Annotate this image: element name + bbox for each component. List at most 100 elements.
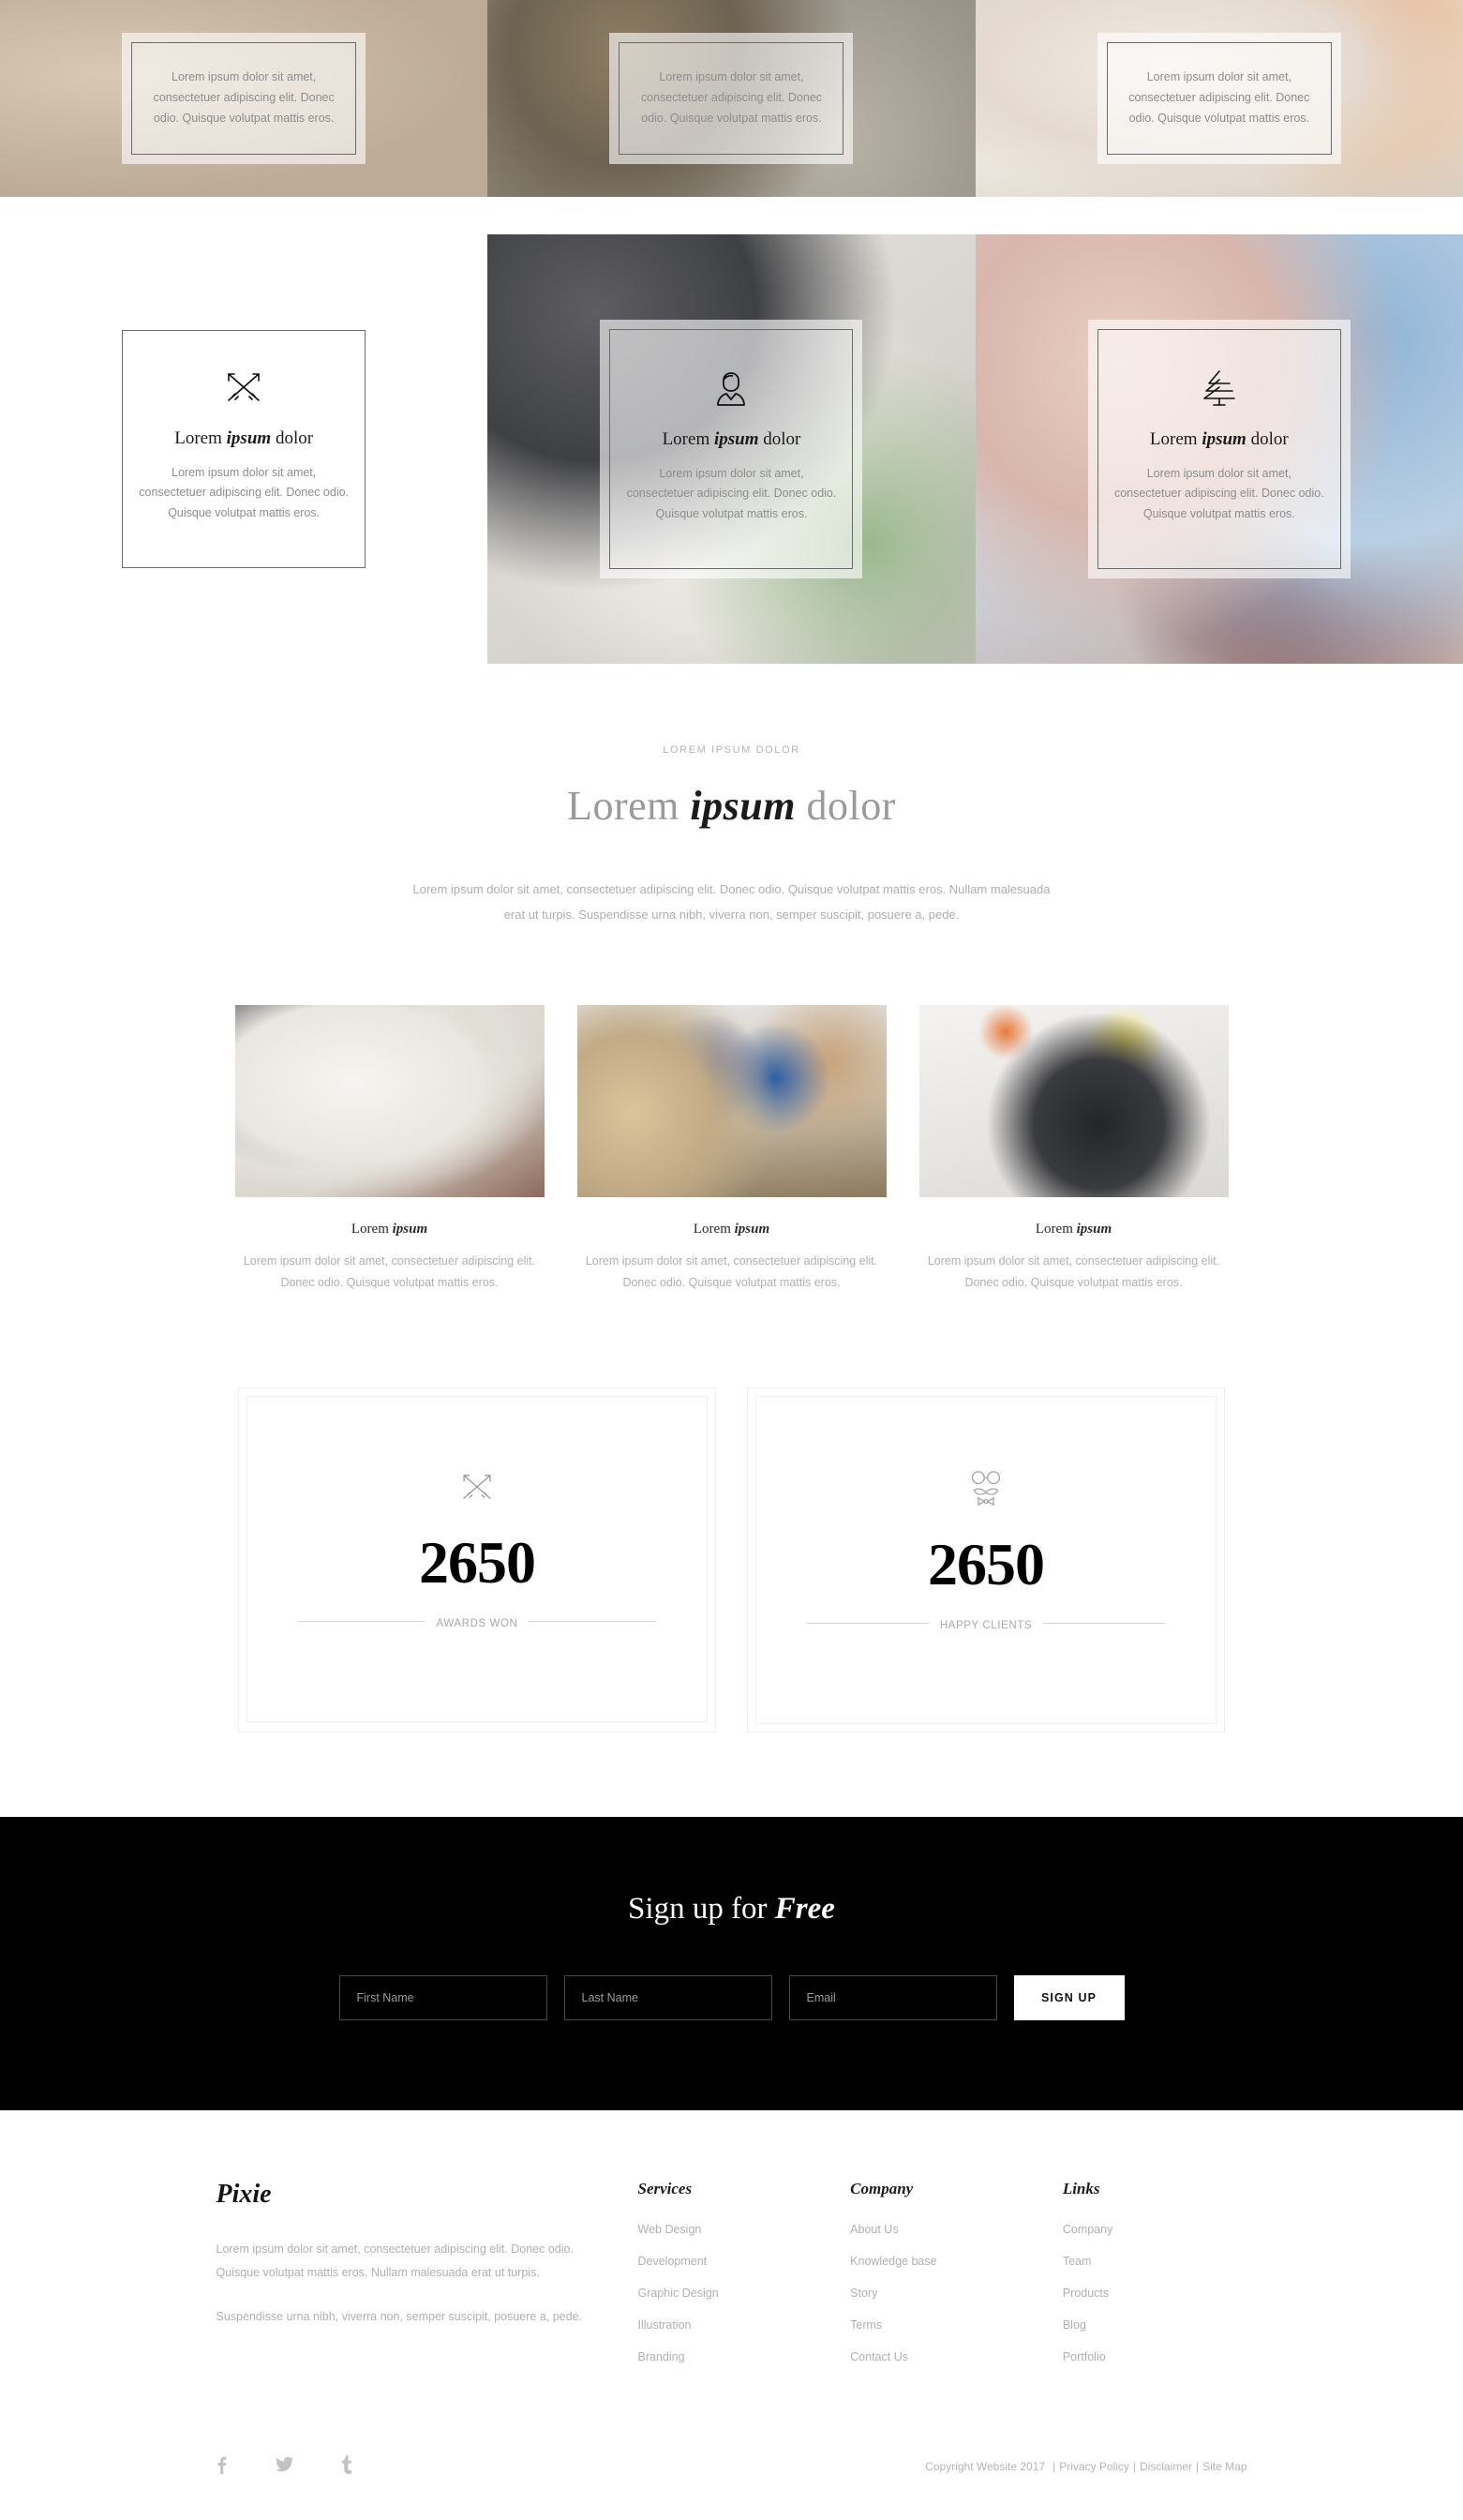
portfolio-card[interactable]: Lorem ipsum dolor Lorem ipsum dolor sit … xyxy=(0,234,487,664)
footer-link[interactable]: Knowledge base xyxy=(850,2255,1035,2268)
portfolio-card-text: Lorem ipsum dolor sit amet, consectetuer… xyxy=(1113,466,1324,521)
feature-title: Lorem ipsum xyxy=(235,1222,545,1238)
title-pre: Lorem xyxy=(567,783,691,829)
footer-link[interactable]: Branding xyxy=(638,2350,823,2363)
section-eyebrow: LOREM IPSUM DOLOR xyxy=(663,744,800,756)
title-emphasis: ipsum xyxy=(1076,1221,1112,1237)
title-pre: Lorem xyxy=(351,1221,393,1237)
feature-image xyxy=(576,1004,887,1197)
first-name-input[interactable] xyxy=(338,1974,547,2020)
title-emphasis: ipsum xyxy=(713,428,759,449)
separator: | xyxy=(1196,2460,1200,2474)
portfolio-card-text: Lorem ipsum dolor sit amet, consectetuer… xyxy=(153,70,335,125)
footer-link[interactable]: Web Design xyxy=(638,2223,823,2236)
title-pre: Lorem xyxy=(662,428,714,449)
feature-item[interactable]: Lorem ipsum Lorem ipsum dolor sit amet, … xyxy=(918,1004,1229,1294)
footer-column-company: Company About Us Knowledge base Story Te… xyxy=(850,2180,1035,2382)
portfolio-card-overlay: Lorem ipsum dolor sit amet, consectetuer… xyxy=(122,33,366,164)
counter-number: 2650 xyxy=(419,1528,536,1596)
portfolio-card-text: Lorem ipsum dolor sit amet, consectetuer… xyxy=(626,466,837,521)
footer-link[interactable]: Portfolio xyxy=(1063,2350,1247,2363)
portfolio-card-text: Lorem ipsum dolor sit amet, consectetuer… xyxy=(640,70,823,125)
feature-title: Lorem ipsum xyxy=(919,1222,1229,1238)
footer-link[interactable]: Terms xyxy=(850,2318,1035,2332)
signup-title: Sign up for Free xyxy=(0,1892,1463,1927)
title-emphasis: ipsum xyxy=(226,428,272,448)
crossed-arrows-icon xyxy=(138,368,350,411)
copyright-text: Copyright Website 2017 | Privacy Policy | Di… xyxy=(921,2460,1247,2473)
counters-section: 2650 AWARDS WON 2650 HAPPY CLIENTS xyxy=(0,1294,1463,1817)
features-section: Lorem ipsum Lorem ipsum dolor sit amet, … xyxy=(0,938,1463,1294)
title-pre: Lorem xyxy=(174,428,227,448)
footer-link[interactable]: Company xyxy=(1063,2223,1247,2236)
landing-page: Lorem ipsum dolor sit amet, consectetuer… xyxy=(0,0,1463,2520)
title-pre: Lorem xyxy=(1149,428,1202,449)
email-input[interactable] xyxy=(788,1974,997,2020)
title-emphasis: ipsum xyxy=(734,1221,770,1237)
page-footer: Pixie Lorem ipsum dolor sit amet, consec… xyxy=(0,2109,1463,2520)
disclaimer-link[interactable]: Disclaimer xyxy=(1140,2460,1192,2473)
footer-brand-column: Pixie Lorem ipsum dolor sit amet, consec… xyxy=(216,2180,610,2382)
footer-column-title: Services xyxy=(637,2179,693,2198)
copyright-label: Copyright Website 2017 xyxy=(925,2460,1046,2474)
separator: | xyxy=(1052,2460,1056,2474)
counter-label: HAPPY CLIENTS xyxy=(928,1619,1044,1631)
counter-divider: AWARDS WON xyxy=(298,1617,656,1639)
portfolio-card[interactable]: Lorem ipsum dolor Lorem ipsum dolor sit … xyxy=(487,234,976,664)
feature-text: Lorem ipsum dolor sit amet, consectetuer… xyxy=(927,1253,1220,1289)
footer-link[interactable]: About Us xyxy=(850,2223,1035,2236)
portfolio-card-overlay: Lorem ipsum dolor Lorem ipsum dolor sit … xyxy=(112,320,376,578)
footer-bottom-bar: Copyright Website 2017 | Privacy Policy | Di… xyxy=(216,2429,1247,2520)
portfolio-card[interactable]: Lorem ipsum dolor sit amet, consectetuer… xyxy=(975,0,1463,197)
feature-item[interactable]: Lorem ipsum Lorem ipsum dolor sit amet, … xyxy=(576,1004,887,1294)
twitter-icon[interactable] xyxy=(275,2456,293,2478)
footer-column-links: Links Company Team Products Blog Portfol… xyxy=(1063,2180,1247,2382)
separator: | xyxy=(1132,2460,1136,2474)
signup-section: Sign up for Free SIGN UP xyxy=(0,1816,1463,2110)
portfolio-card[interactable]: Lorem ipsum dolor sit amet, consectetuer… xyxy=(487,0,976,197)
footer-column-services: Services Web Design Development Graphic … xyxy=(638,2180,823,2382)
counter-card: 2650 AWARDS WON xyxy=(238,1387,716,1732)
portfolio-card-overlay: Lorem ipsum dolor Lorem ipsum dolor sit … xyxy=(1087,319,1351,579)
footer-link[interactable]: Team xyxy=(1063,2255,1247,2268)
title-emphasis: ipsum xyxy=(1202,428,1247,449)
counter-divider: HAPPY CLIENTS xyxy=(807,1619,1165,1641)
signup-button[interactable]: SIGN UP xyxy=(1013,1974,1125,2020)
footer-link[interactable]: Development xyxy=(638,2255,823,2268)
social-links xyxy=(216,2454,352,2479)
title-pre: Lorem xyxy=(1035,1221,1077,1237)
counter-label: AWARDS WON xyxy=(425,1617,530,1629)
facebook-icon[interactable] xyxy=(216,2455,227,2479)
footer-link[interactable]: Contact Us xyxy=(850,2350,1035,2363)
last-name-input[interactable] xyxy=(563,1974,772,2020)
footer-link[interactable]: Products xyxy=(1063,2287,1247,2300)
title-post: dolor xyxy=(758,428,801,449)
title-emphasis: ipsum xyxy=(690,783,796,829)
feature-text: Lorem ipsum dolor sit amet, consectetuer… xyxy=(585,1253,878,1289)
person-icon xyxy=(625,368,837,412)
footer-link[interactable]: Illustration xyxy=(638,2318,823,2332)
footer-column-title: Company xyxy=(850,2179,914,2198)
footer-link[interactable]: Story xyxy=(850,2287,1035,2300)
feature-title: Lorem ipsum xyxy=(577,1222,887,1238)
footer-link[interactable]: Blog xyxy=(1063,2318,1247,2332)
feature-image xyxy=(234,1004,545,1197)
title-post: dolor xyxy=(271,428,314,448)
portfolio-card-text: Lorem ipsum dolor sit amet, consectetuer… xyxy=(1128,70,1310,125)
counter-number: 2650 xyxy=(928,1530,1045,1598)
feature-item[interactable]: Lorem ipsum Lorem ipsum dolor sit amet, … xyxy=(234,1004,545,1294)
site-map-link[interactable]: Site Map xyxy=(1202,2460,1247,2473)
title-pre: Sign up for xyxy=(628,1891,775,1926)
portfolio-card[interactable]: Lorem ipsum dolor Lorem ipsum dolor sit … xyxy=(975,234,1463,664)
title-emphasis: Free xyxy=(774,1891,835,1926)
brand-description-2: Suspendisse urna nibh, viverra non, semp… xyxy=(216,2309,583,2323)
title-post: dolor xyxy=(1246,428,1289,449)
tumblr-icon[interactable] xyxy=(341,2454,352,2479)
portfolio-card-overlay: Lorem ipsum dolor sit amet, consectetuer… xyxy=(1097,33,1341,164)
portfolio-card[interactable]: Lorem ipsum dolor sit amet, consectetuer… xyxy=(0,0,488,197)
footer-link[interactable]: Graphic Design xyxy=(638,2287,823,2300)
title-post: dolor xyxy=(795,783,896,829)
brand-logo[interactable]: Pixie xyxy=(216,2180,610,2210)
portfolio-card-overlay: Lorem ipsum dolor sit amet, consectetuer… xyxy=(609,33,854,164)
privacy-policy-link[interactable]: Privacy Policy xyxy=(1059,2460,1129,2473)
